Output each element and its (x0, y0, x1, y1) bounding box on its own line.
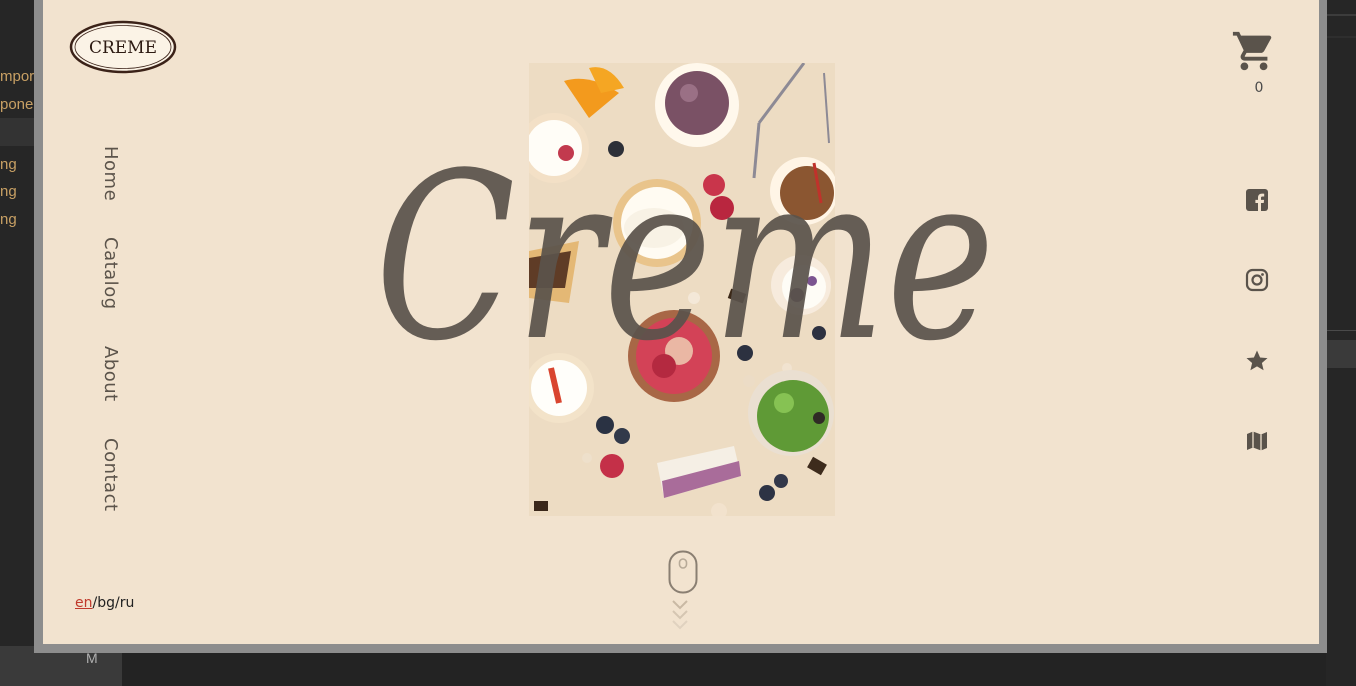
nav-home[interactable]: Home (100, 146, 121, 201)
background-code-line: ng (0, 211, 17, 228)
background-code-line: poner (0, 96, 39, 113)
nav-about[interactable]: About (100, 346, 121, 402)
background-code-line: ng (0, 156, 17, 173)
background-code-line: mpor (0, 68, 35, 85)
facebook-icon[interactable] (1245, 188, 1269, 212)
cart-icon[interactable] (1231, 28, 1277, 74)
language-switch: en/bg/ru (75, 595, 134, 611)
nav-catalog[interactable]: Catalog (100, 237, 121, 310)
instagram-icon[interactable] (1245, 268, 1269, 292)
nav-contact[interactable]: Contact (100, 438, 121, 512)
background-code-line: ng (0, 183, 17, 200)
creme-logo[interactable]: CREME (69, 20, 177, 74)
star-icon[interactable] (1245, 349, 1269, 373)
background-divider (1326, 14, 1356, 16)
lang-ru[interactable]: ru (120, 595, 135, 611)
map-icon[interactable] (1245, 429, 1269, 453)
lang-bg[interactable]: bg (97, 595, 115, 611)
logo-text: CREME (89, 38, 157, 58)
lang-en[interactable]: en (75, 595, 93, 611)
background-row (1326, 340, 1356, 368)
scroll-down-chevrons-icon (672, 600, 688, 630)
background-divider (1326, 36, 1356, 38)
hero-script-text: Creme (375, 125, 995, 382)
background-editor-bar (0, 118, 36, 146)
background-divider (1326, 330, 1356, 331)
cart-count: 0 (1254, 80, 1264, 96)
mouse-scroll-icon (668, 550, 698, 594)
website-page: CREME Home Catalog About Contact en/bg/r… (43, 0, 1319, 644)
hero-script-title: Creme (375, 125, 995, 382)
